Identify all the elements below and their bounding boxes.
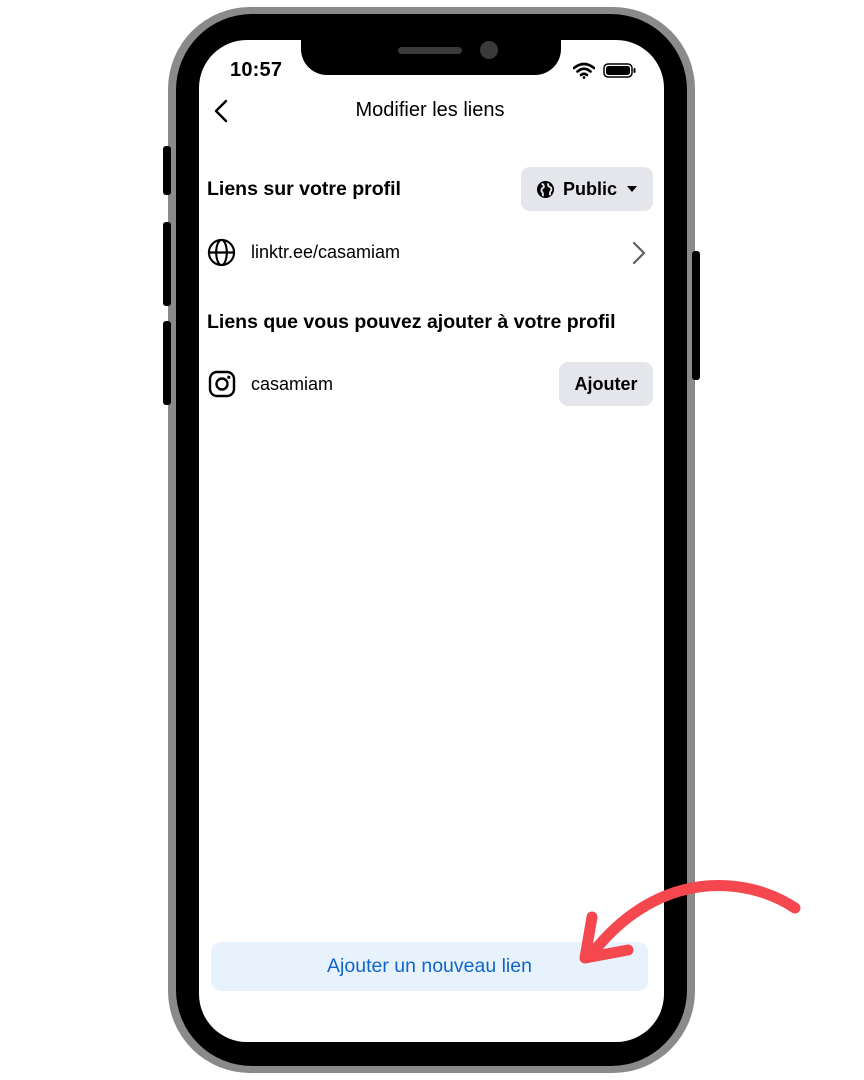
side-button-volume-down bbox=[163, 321, 171, 405]
globe-icon bbox=[207, 238, 236, 267]
side-button-power bbox=[692, 251, 700, 380]
visibility-dropdown[interactable]: Public bbox=[521, 167, 653, 211]
link-url: linktr.ee/casamiam bbox=[251, 242, 401, 262]
chevron-right-icon bbox=[632, 241, 646, 265]
battery-icon bbox=[603, 63, 636, 78]
status-time: 10:57 bbox=[230, 59, 283, 81]
instagram-handle: casamiam bbox=[251, 374, 334, 394]
instagram-icon bbox=[208, 370, 236, 398]
side-button-volume-up bbox=[163, 222, 171, 306]
page-title: Modifier les liens bbox=[355, 99, 505, 121]
front-camera bbox=[480, 41, 498, 59]
add-instagram-button[interactable]: Ajouter bbox=[559, 362, 653, 406]
suggested-links-heading: Liens que vous pouvez ajouter à votre pr… bbox=[207, 311, 616, 333]
notch bbox=[301, 40, 561, 75]
red-arrow-icon bbox=[579, 880, 801, 964]
profile-links-heading: Liens sur votre profil bbox=[207, 178, 401, 200]
side-button-mute bbox=[163, 146, 171, 195]
link-row-linktree[interactable]: linktr.ee/casamiam bbox=[199, 228, 664, 278]
caret-down-icon bbox=[627, 186, 637, 192]
back-button[interactable] bbox=[210, 98, 232, 124]
wifi-icon bbox=[573, 62, 595, 79]
speaker bbox=[398, 47, 462, 54]
globe-icon bbox=[536, 180, 555, 198]
visibility-label: Public bbox=[562, 178, 617, 199]
